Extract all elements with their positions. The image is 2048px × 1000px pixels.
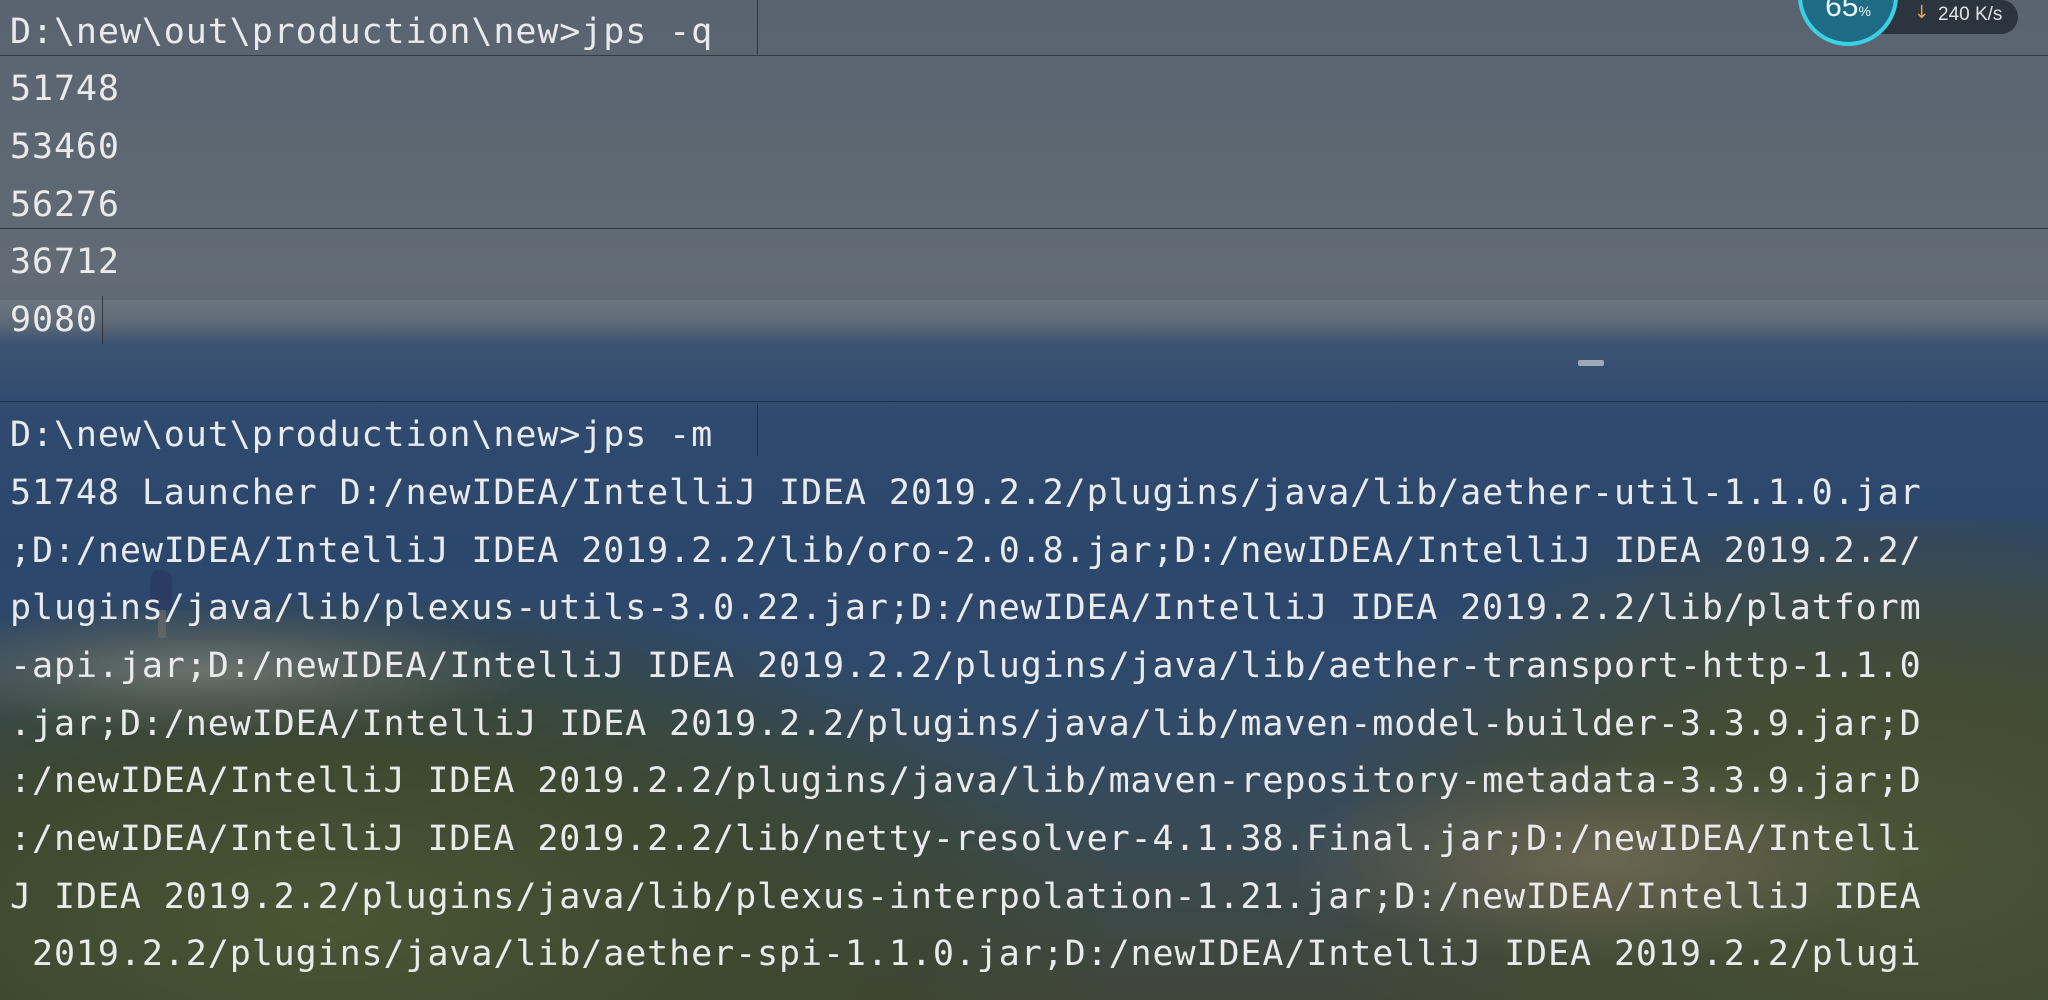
console-line-output: .jar;D:/newIDEA/IntelliJ IDEA 2019.2.2/p… <box>10 704 1922 744</box>
download-arrow-icon: ↓ <box>1914 2 1930 23</box>
usage-percent: 65% <box>1825 0 1871 23</box>
console-line-output: J IDEA 2019.2.2/plugins/java/lib/plexus-… <box>10 877 1922 917</box>
console-line-output: 9080 <box>10 300 98 340</box>
console-line-prompt-jps-m: D:\new\out\production\new>jps -m <box>10 415 714 455</box>
console-line-output: 56276 <box>10 185 120 225</box>
network-speed-widget[interactable]: 65% ↓ 240 K/s <box>1798 0 2038 46</box>
console-line-output: 2019.2.2/plugins/java/lib/aether-spi-1.1… <box>10 934 1922 974</box>
console-line-output: ;D:/newIDEA/IntelliJ IDEA 2019.2.2/lib/o… <box>10 531 1922 571</box>
console-line-output: -api.jar;D:/newIDEA/IntelliJ IDEA 2019.2… <box>10 646 1922 686</box>
console-line-output: 51748 <box>10 69 120 109</box>
console-line-output: 51748 Launcher D:/newIDEA/IntelliJ IDEA … <box>10 473 1922 513</box>
console-line-output: 36712 <box>10 242 120 282</box>
console-line-output: :/newIDEA/IntelliJ IDEA 2019.2.2/lib/net… <box>10 819 1922 859</box>
command-prompt-console[interactable]: D:\new\out\production\new>jps -q 51748 5… <box>0 0 2048 1000</box>
console-line-output: 53460 <box>10 127 120 167</box>
console-line-output: plugins/java/lib/plexus-utils-3.0.22.jar… <box>10 588 1922 628</box>
download-speed: 240 K/s <box>1938 4 2003 25</box>
console-line-prompt-jps-q: D:\new\out\production\new>jps -q <box>10 12 714 52</box>
console-line-output: :/newIDEA/IntelliJ IDEA 2019.2.2/plugins… <box>10 761 1922 801</box>
